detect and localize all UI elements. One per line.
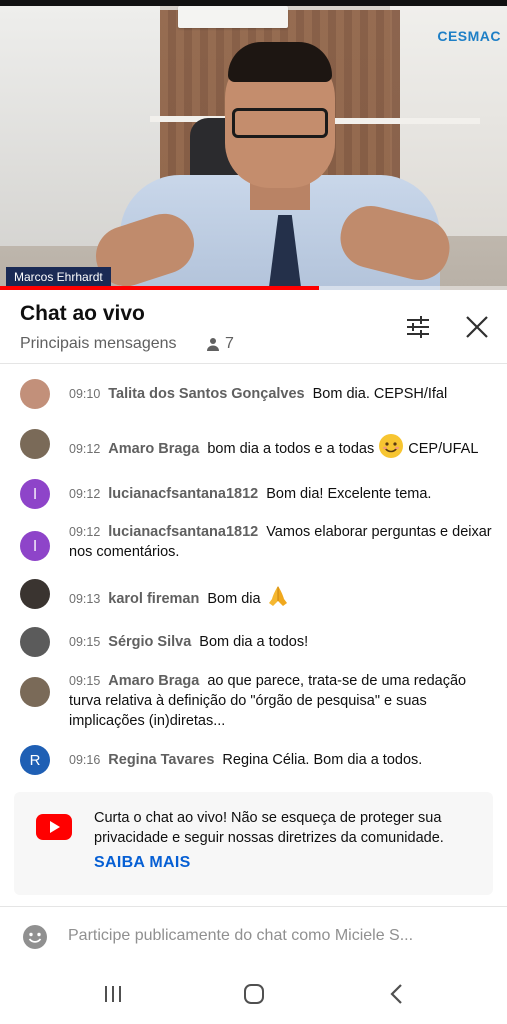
chat-title: Chat ao vivo	[20, 302, 145, 325]
message-time: 09:15	[69, 674, 101, 688]
message-author[interactable]: Amaro Braga	[108, 441, 199, 457]
avatar[interactable]	[20, 627, 50, 657]
message-time: 09:12	[69, 441, 101, 456]
message-body: 09:12 Amaro Braga bom dia a todos e a toda…	[69, 433, 494, 465]
message-text: Bom dia a todos!	[199, 634, 309, 650]
presenter-glasses	[232, 108, 328, 138]
presenter-hair	[228, 42, 332, 82]
filter-button[interactable]	[403, 312, 433, 342]
avatar[interactable]: l	[20, 531, 50, 561]
message-body: 09:12 lucianacfsantana1812 Vamos elaborar …	[69, 522, 494, 562]
presenter-name-tag: Marcos Ehrhardt	[6, 267, 111, 287]
chat-message-list[interactable]: 09:10 Talita dos Santos Gonçalves Bom dia.…	[0, 365, 507, 785]
message-author[interactable]: Sérgio Silva	[108, 634, 191, 650]
avatar-letter: l	[33, 485, 37, 503]
message-body: 09:15 Amaro Braga ao que parece, trata-se …	[69, 671, 494, 731]
message-time: 09:12	[69, 487, 101, 501]
message-author[interactable]: Amaro Braga	[108, 673, 199, 689]
message-time: 09:10	[69, 387, 101, 401]
message-text: Regina Célia. Bom dia a todos.	[222, 752, 423, 768]
message-text: bom dia a todos e a todas	[207, 440, 375, 457]
chat-header: Chat ao vivo Principais mensagens 7	[0, 290, 507, 364]
message-body: 09:10 Talita dos Santos Gonçalves Bom dia.…	[69, 384, 494, 404]
home-icon	[244, 984, 264, 1004]
avatar[interactable]	[20, 379, 50, 409]
message-text-after: CEP/UFAL	[408, 440, 479, 457]
message-author[interactable]: lucianacfsantana1812	[108, 524, 258, 540]
message-text: Bom dia	[207, 590, 261, 607]
sliders-icon	[407, 316, 429, 338]
avatar-letter: R	[29, 751, 41, 769]
message-body: 09:12 lucianacfsantana1812 Bom dia! Excele…	[69, 484, 494, 504]
avatar[interactable]	[20, 677, 50, 707]
learn-more-link[interactable]: SAIBA MAIS	[94, 854, 191, 872]
recents-icon	[105, 986, 121, 1002]
system-navigation-bar	[0, 964, 507, 1024]
close-chat-button[interactable]	[462, 312, 492, 342]
chat-message-input[interactable]	[68, 921, 488, 951]
message-author[interactable]: Regina Tavares	[108, 752, 214, 768]
chat-mode-selector[interactable]: Principais mensagens	[20, 335, 177, 353]
avatar[interactable]	[20, 429, 50, 459]
chat-input-row	[0, 906, 507, 964]
brand-logo: CESMAC	[437, 28, 501, 44]
message-text: Bom dia. CEPSH/Ifal	[312, 386, 448, 402]
recents-button[interactable]	[98, 980, 128, 1008]
message-author[interactable]: Talita dos Santos Gonçalves	[108, 386, 304, 402]
avatar[interactable]	[20, 579, 50, 609]
message-body: 09:16 Regina Tavares Regina Célia. Bom dia…	[69, 750, 494, 770]
home-button[interactable]	[239, 980, 269, 1008]
air-conditioner	[178, 6, 288, 28]
person-icon	[207, 338, 219, 351]
message-text: Bom dia! Excelente tema.	[266, 486, 432, 502]
message-time: 09:15	[69, 635, 101, 649]
folded-hands-emoji	[265, 583, 291, 615]
back-icon	[390, 984, 402, 1004]
smiling-face-emoji	[378, 433, 404, 465]
message-body: 09:15 Sérgio Silva Bom dia a todos!	[69, 632, 494, 652]
back-button[interactable]	[382, 980, 412, 1008]
message-time: 09:13	[69, 591, 101, 606]
avatar[interactable]: R	[20, 745, 50, 775]
community-guidelines-card: Curta o chat ao vivo! Não se esqueça de …	[14, 792, 493, 895]
video-player[interactable]: CESMAC Marcos Ehrhardt	[0, 0, 507, 290]
shelf	[330, 118, 480, 124]
viewer-count-value: 7	[225, 335, 234, 352]
message-body: 09:13 karol fireman Bom dia	[69, 583, 494, 615]
close-icon	[466, 316, 488, 338]
message-time: 09:16	[69, 753, 101, 767]
avatar-letter: l	[33, 537, 37, 555]
message-time: 09:12	[69, 525, 101, 539]
viewer-count: 7	[205, 335, 234, 353]
smiley-icon[interactable]	[22, 924, 48, 950]
guidelines-text: Curta o chat ao vivo! Não se esqueça de …	[94, 810, 444, 846]
message-author[interactable]: lucianacfsantana1812	[108, 486, 258, 502]
avatar[interactable]: l	[20, 479, 50, 509]
message-author[interactable]: karol fireman	[108, 591, 199, 607]
youtube-icon	[36, 814, 72, 840]
